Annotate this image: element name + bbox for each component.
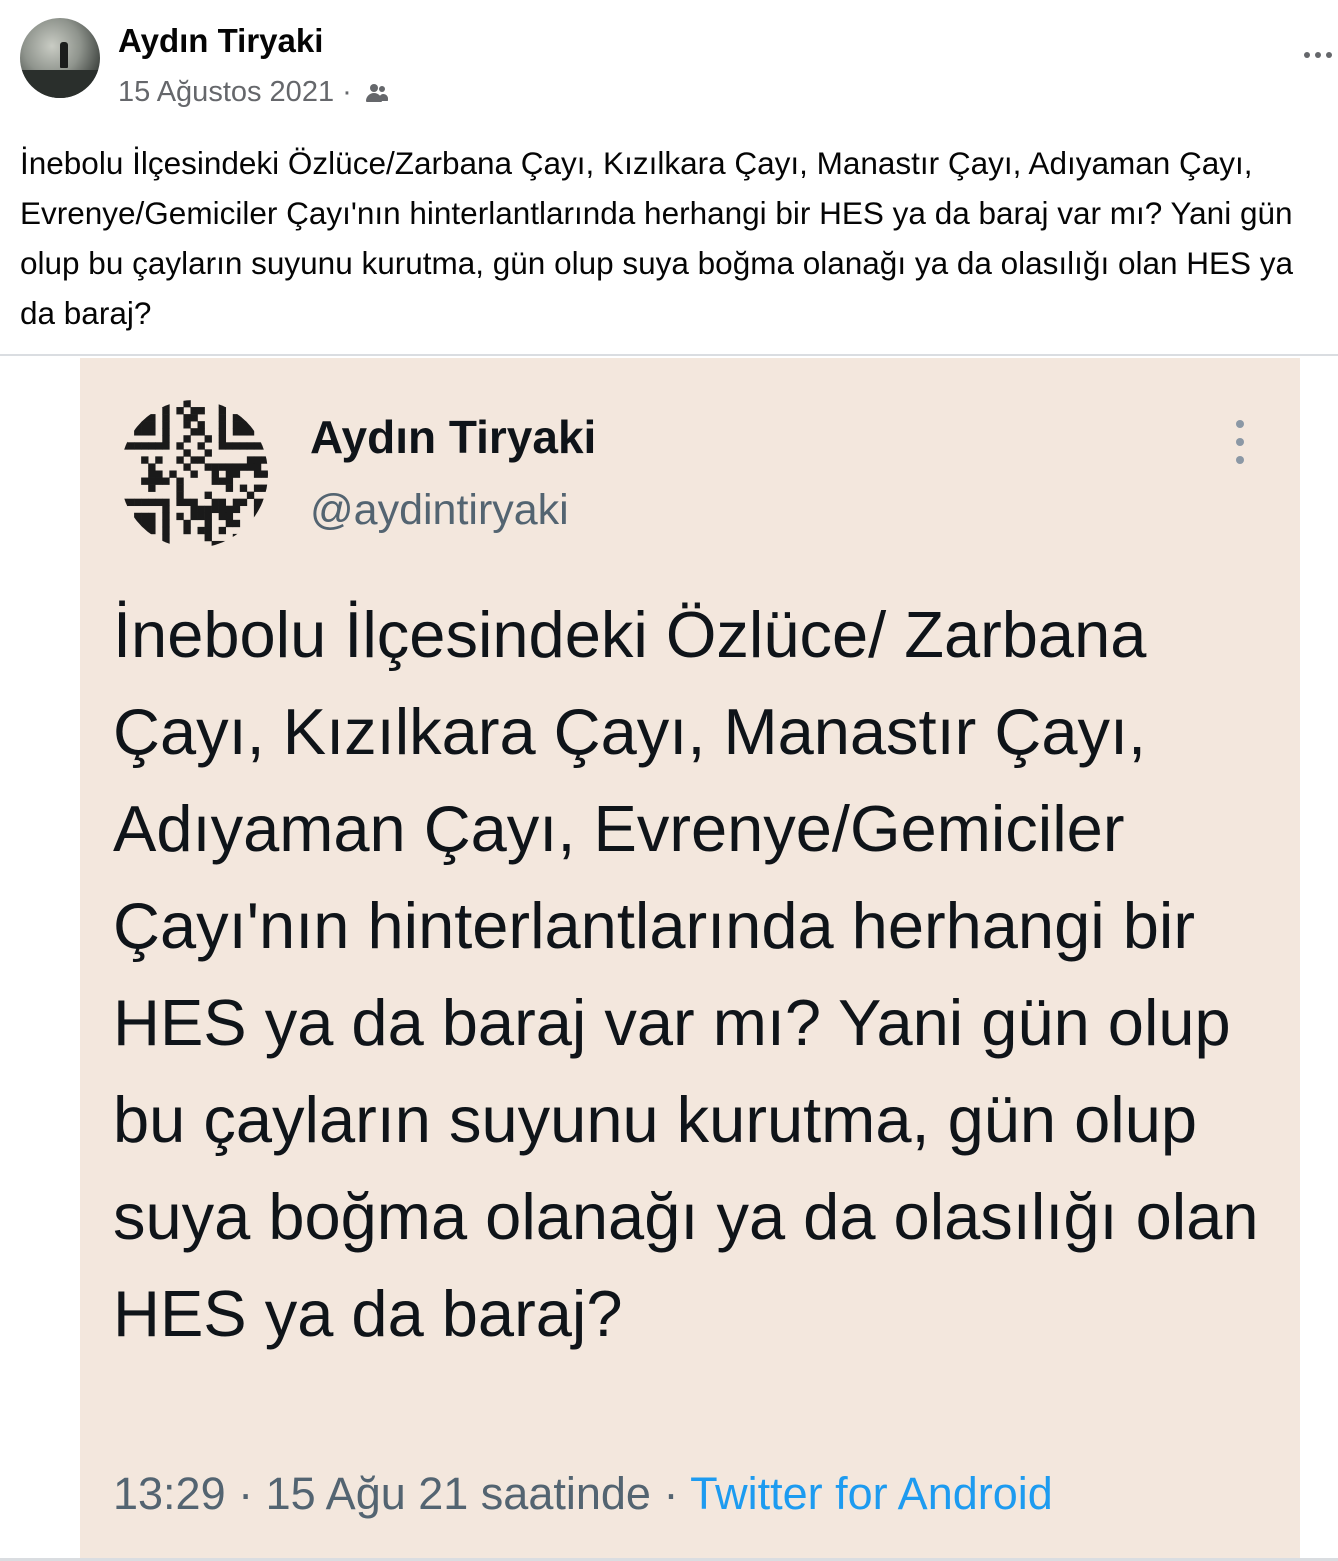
- post-text: İnebolu İlçesindeki Özlüce/Zarbana Çayı,…: [20, 145, 1294, 331]
- post-header: Aydın Tiryaki 15 Ağustos 2021 ·: [0, 0, 1338, 120]
- footer-separator: ·: [650, 1468, 691, 1519]
- avatar-figure: [60, 42, 68, 68]
- author-avatar[interactable]: [20, 18, 100, 98]
- tweet-text: İnebolu İlçesindeki Özlüce/ Zarbana Çayı…: [113, 598, 1259, 1350]
- meta-separator: ·: [342, 76, 352, 108]
- tweet-screenshot-image[interactable]: Aydın Tiryaki @aydintiryaki İnebolu İlçe…: [80, 358, 1300, 1561]
- post-meta: 15 Ağustos 2021 ·: [118, 76, 388, 109]
- more-vertical-icon: [1230, 420, 1250, 464]
- avatar-ground: [20, 70, 100, 98]
- tweet-footer: 13:29 · 15 Ağu 21 saatinde · Twitter for…: [113, 1468, 1053, 1520]
- author-name[interactable]: Aydın Tiryaki: [118, 22, 323, 60]
- more-horizontal-icon[interactable]: [1298, 40, 1338, 70]
- tweet-author-name: Aydın Tiryaki: [310, 411, 597, 463]
- tweet-author-handle: @aydintiryaki: [310, 486, 569, 534]
- post-date[interactable]: 15 Ağustos 2021: [118, 76, 334, 109]
- qr-code-avatar-icon: [120, 400, 268, 548]
- tweet-source: Twitter for Android: [690, 1468, 1053, 1519]
- tweet-timestamp: 13:29 · 15 Ağu 21 saatinde: [113, 1468, 651, 1519]
- friends-icon[interactable]: [362, 83, 388, 103]
